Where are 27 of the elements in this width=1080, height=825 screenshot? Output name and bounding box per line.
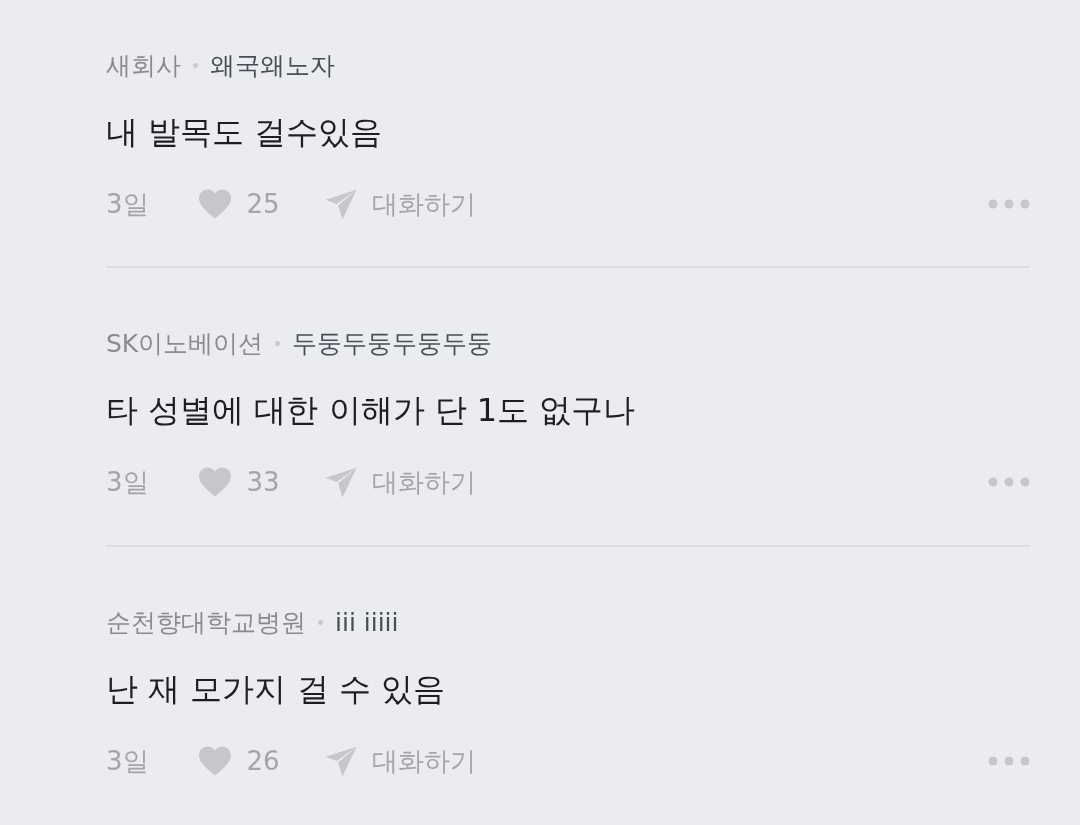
author-name[interactable]: 두둥두둥두둥두둥: [292, 326, 493, 360]
company-name: 새회사: [106, 49, 181, 82]
author-name[interactable]: iii iiiii: [335, 607, 399, 637]
like-count: 33: [246, 467, 280, 497]
separator-dot: [318, 619, 323, 625]
like-count: 26: [246, 746, 280, 776]
company-name: 순천향대학교병원: [106, 606, 306, 639]
more-icon[interactable]: [988, 477, 1030, 487]
paper-plane-icon[interactable]: [323, 744, 358, 778]
author-name[interactable]: 왜국왜노자: [210, 48, 335, 82]
separator-dot: [193, 62, 198, 68]
comment-time: 3일: [106, 187, 149, 221]
heart-icon[interactable]: [196, 188, 233, 220]
heart-icon[interactable]: [196, 745, 233, 777]
comment-text: 난 재 모가지 걸 수 있음: [106, 669, 446, 710]
heart-icon[interactable]: [196, 466, 233, 498]
more-icon[interactable]: [988, 199, 1030, 209]
more-icon[interactable]: [988, 756, 1030, 766]
comment-text: 타 성별에 대한 이해가 단 1도 없구나: [106, 390, 637, 431]
paper-plane-icon[interactable]: [323, 465, 358, 499]
company-name: SK이노베이션: [106, 327, 264, 360]
comment-time: 3일: [106, 465, 149, 499]
comment-time: 3일: [106, 744, 149, 778]
separator-dot: [275, 340, 281, 346]
like-count: 25: [246, 189, 280, 219]
paper-plane-icon[interactable]: [323, 187, 358, 221]
comment-text: 내 발목도 걸수있음: [106, 112, 384, 153]
